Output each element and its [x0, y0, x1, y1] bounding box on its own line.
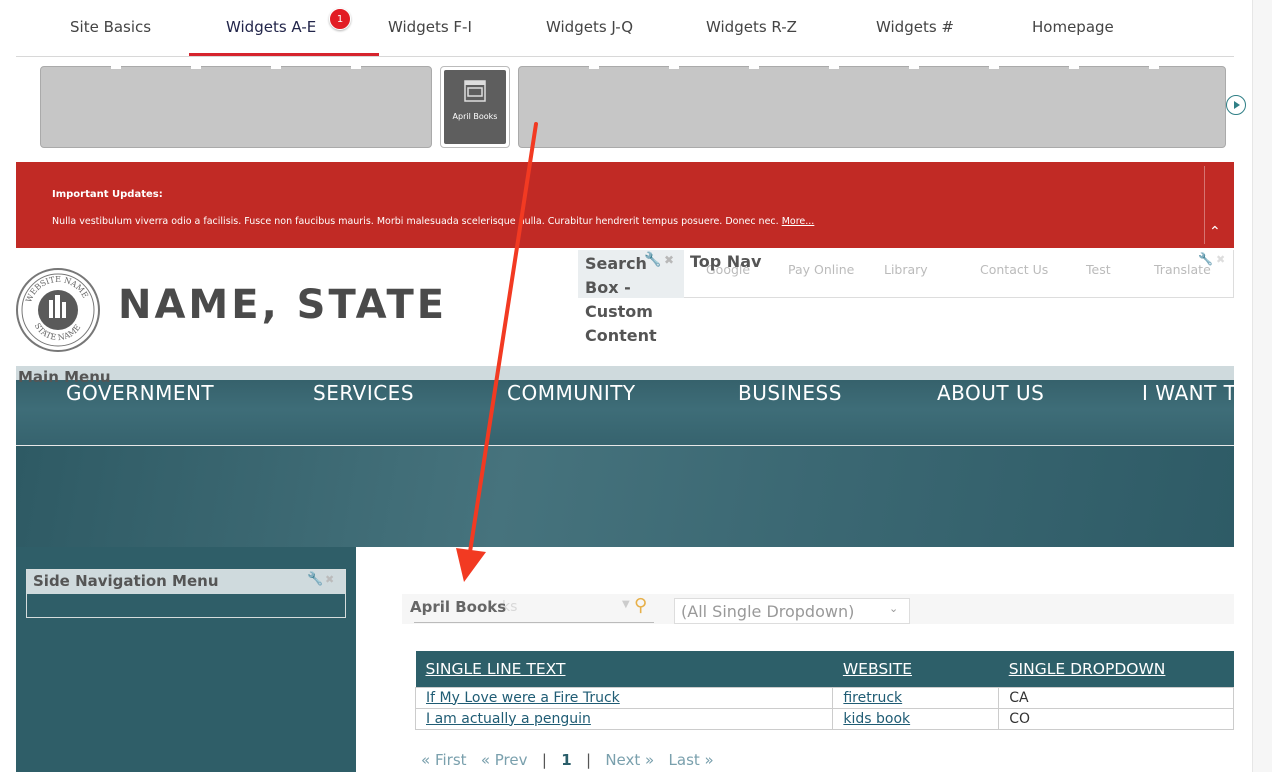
annotation-arrow — [456, 122, 538, 582]
